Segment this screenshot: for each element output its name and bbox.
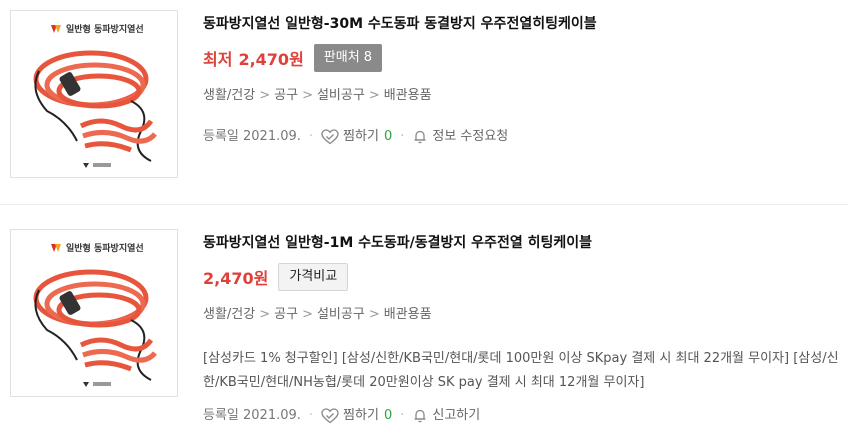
product-meta: 등록일 2021.09. · 찜하기 0 · 정보 수정요청 [203,126,840,148]
info-edit-request-link[interactable]: 정보 수정요청 [412,126,508,148]
wishlist-label: 찜하기 [343,408,379,423]
category-level-2[interactable]: 공구 [274,88,298,103]
bell-icon [414,409,426,423]
report-link[interactable]: 신고하기 [412,405,480,427]
category-level-3[interactable]: 설비공구 [317,307,365,322]
chevron-right-icon: > [302,307,313,322]
category-breadcrumb: 생활/건강 > 공구 > 설비공구 > 배관용품 [203,305,840,325]
registered-date: 등록일 2021.09. [203,408,301,423]
heating-cable-image: 일반형 동파방지열선 [11,230,177,396]
wishlist-label: 찜하기 [343,129,379,144]
heart-icon [321,129,339,145]
separator-dot: · [308,408,314,423]
wishlist-count: 0 [383,129,393,144]
product-meta: 등록일 2021.09. · 찜하기 0 · 신고하기 [203,405,840,427]
heart-icon [321,408,339,424]
product-item: 일반형 동파방지열선 동파방지열선 일반형-30M 수도동파 동결방지 우주전열… [0,0,848,204]
category-level-4[interactable]: 배관용품 [384,88,432,103]
chevron-right-icon: > [302,88,313,103]
price-compare-button[interactable]: 가격비교 [278,263,349,291]
product-item: 일반형 동파방지열선 동파방지열선 일반형-1M 수도동파/동결방지 우주전열 … [0,205,848,442]
chevron-right-icon: > [368,307,380,322]
thumb-header: 일반형 동파방지열선 [66,242,144,254]
separator-dot: · [400,129,405,144]
report-label: 신고하기 [432,408,481,423]
product-price[interactable]: 2,470원 [238,46,303,70]
separator-dot: · [308,129,314,144]
separator-dot: · [400,408,405,423]
category-level-2[interactable]: 공구 [274,307,298,322]
bell-icon [414,130,426,144]
seller-count-button[interactable]: 판매처 8 [313,44,383,72]
chevron-right-icon: > [368,88,380,103]
product-price[interactable]: 2,470원 [203,265,268,289]
product-title[interactable]: 동파방지열선 일반형-1M 수도동파/동결방지 우주전열 히팅케이블 [203,233,840,253]
category-level-1[interactable]: 생활/건강 [203,307,255,322]
info-edit-request-label: 정보 수정요청 [432,129,509,144]
thumb-header: 일반형 동파방지열선 [66,23,144,35]
wishlist-button[interactable]: 찜하기 0 [321,126,392,148]
chevron-right-icon: > [259,307,271,322]
product-thumbnail[interactable]: 일반형 동파방지열선 [10,10,178,178]
price-label: 최저 [203,50,233,69]
promotion-text: [삼성카드 1% 청구할인] [삼성/신한/KB국민/현대/롯데 100만원 이… [203,351,839,390]
heating-cable-image: 일반형 동파방지열선 [11,11,177,177]
wishlist-count: 0 [383,408,393,423]
chevron-right-icon: > [259,88,271,103]
category-breadcrumb: 생활/건강 > 공구 > 설비공구 > 배관용품 [203,86,840,106]
category-level-4[interactable]: 배관용품 [384,307,432,322]
product-thumbnail[interactable]: 일반형 동파방지열선 [10,229,178,397]
category-level-1[interactable]: 생활/건강 [203,88,255,103]
category-level-3[interactable]: 설비공구 [317,88,365,103]
wishlist-button[interactable]: 찜하기 0 [321,405,392,427]
registered-date: 등록일 2021.09. [203,129,301,144]
product-title[interactable]: 동파방지열선 일반형-30M 수도동파 동결방지 우주전열히팅케이블 [203,14,840,34]
